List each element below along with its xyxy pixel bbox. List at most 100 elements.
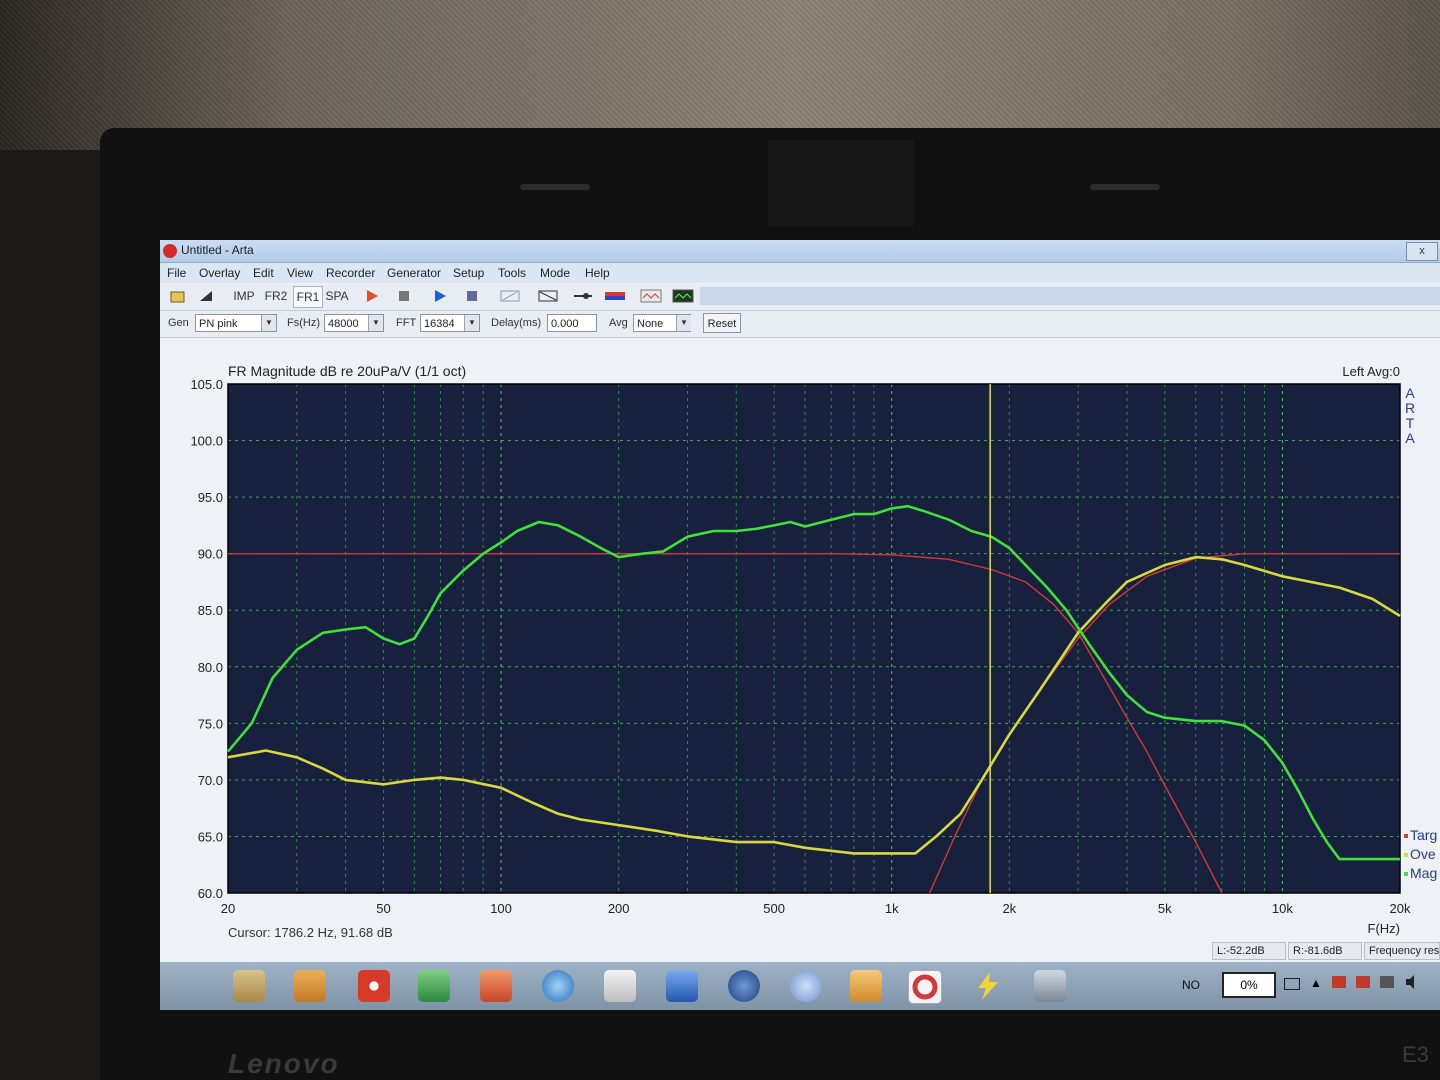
y-tick-label: 85.0: [198, 603, 223, 618]
status-mode: Frequency resp: [1364, 942, 1440, 960]
tray-flag-icon[interactable]: [1332, 976, 1346, 988]
scope-icon[interactable]: [638, 286, 664, 306]
x-tick-label: 1k: [885, 901, 899, 916]
chevron-up-icon[interactable]: ▲: [1310, 976, 1322, 990]
x-tick-label: 5k: [1158, 901, 1172, 916]
bezel-vent: [520, 184, 590, 190]
sonos-icon[interactable]: [728, 970, 760, 1002]
record-icon[interactable]: [362, 286, 382, 306]
speaker-icon[interactable]: [1404, 974, 1420, 995]
status-left-level: L:-52.2dB: [1212, 942, 1286, 960]
menu-recorder[interactable]: Recorder: [326, 266, 375, 280]
parameter-row: Gen PN pink ▼ Fs(Hz) 48000 ▼ FFT 16384 ▼…: [160, 311, 1440, 338]
media-player-icon[interactable]: [294, 970, 326, 1002]
lightning-icon[interactable]: [972, 970, 1004, 1002]
arta-app-icon: [163, 244, 177, 258]
signal-icon[interactable]: [670, 286, 696, 306]
x-tick-label: 20: [221, 901, 235, 916]
fr2-button[interactable]: FR2: [262, 286, 290, 306]
lifebuoy-icon[interactable]: [358, 970, 390, 1002]
x-tick-label: 100: [490, 901, 512, 916]
fft-label: FFT: [396, 317, 417, 329]
tool-x-icon[interactable]: [604, 970, 636, 1002]
word-icon[interactable]: [666, 970, 698, 1002]
language-indicator[interactable]: NO: [1182, 978, 1200, 992]
network-icon[interactable]: [1380, 976, 1394, 988]
spa-button[interactable]: SPA: [323, 286, 351, 306]
fr1-button[interactable]: FR1: [293, 286, 323, 308]
toolbar: IMP FR2 FR1 SPA: [160, 284, 1440, 311]
y-tick-label: 105.0: [190, 377, 223, 392]
screen: Untitled - Arta x File Overlay Edit View…: [160, 240, 1440, 1010]
menu-help[interactable]: Help: [585, 266, 610, 280]
y-tick-label: 90.0: [198, 547, 223, 562]
legend-item: Targ: [1410, 827, 1437, 843]
title-bar: Untitled - Arta x: [160, 240, 1440, 263]
legend-item: Mag: [1410, 865, 1437, 881]
chart-title: FR Magnitude dB re 20uPa/V (1/1 oct): [228, 363, 466, 379]
chevron-down-icon[interactable]: ▼: [676, 315, 691, 331]
arta-brand-letter: A: [1405, 385, 1415, 401]
channel-icon[interactable]: [570, 286, 596, 306]
arta-brand-letter: T: [1406, 415, 1415, 431]
plot-background: [228, 384, 1400, 893]
menu-setup[interactable]: Setup: [453, 266, 484, 280]
y-tick-label: 80.0: [198, 660, 223, 675]
close-button[interactable]: x: [1406, 242, 1438, 261]
cpu-meter[interactable]: 0%: [1222, 972, 1276, 998]
delay-input[interactable]: 0.000: [547, 314, 597, 332]
outlook-icon[interactable]: [850, 970, 882, 1002]
channel-label: Left Avg:0: [1342, 364, 1400, 379]
chevron-down-icon[interactable]: ▼: [261, 315, 276, 331]
excel-icon[interactable]: [418, 970, 450, 1002]
m-app-icon[interactable]: [790, 970, 822, 1002]
chevron-down-icon[interactable]: ▼: [464, 315, 479, 331]
calibrate-icon[interactable]: [536, 286, 560, 306]
toolbar-strip: [700, 287, 1440, 305]
y-tick-label: 95.0: [198, 490, 223, 505]
play-icon[interactable]: [430, 286, 450, 306]
legend-item: Ove: [1410, 846, 1436, 862]
frequency-response-chart[interactable]: FR Magnitude dB re 20uPa/V (1/1 oct) Left…: [160, 338, 1440, 960]
abc-icon[interactable]: [498, 286, 522, 306]
arta-task-icon[interactable]: [908, 970, 942, 1004]
browser-icon[interactable]: [542, 970, 574, 1002]
steps-icon[interactable]: [1034, 970, 1066, 1002]
menu-view[interactable]: View: [287, 266, 313, 280]
chart-area: FR Magnitude dB re 20uPa/V (1/1 oct) Left…: [160, 338, 1440, 960]
menu-mode[interactable]: Mode: [540, 266, 570, 280]
stop-icon[interactable]: [462, 286, 482, 306]
status-right-level: R:-81.6dB: [1288, 942, 1362, 960]
taskbar: NO 0% ▲: [160, 962, 1440, 1010]
bezel-vent: [1090, 184, 1160, 190]
webcam-housing: [768, 140, 914, 226]
imp-button[interactable]: IMP: [230, 286, 258, 306]
powerpoint-icon[interactable]: [480, 970, 512, 1002]
menu-tools[interactable]: Tools: [498, 266, 526, 280]
menu-edit[interactable]: Edit: [253, 266, 274, 280]
legend-marker: [1404, 834, 1408, 838]
menu-overlay[interactable]: Overlay: [199, 266, 240, 280]
x-tick-label: 20k: [1390, 901, 1411, 916]
x-tick-label: 50: [376, 901, 390, 916]
save-icon[interactable]: [196, 286, 216, 306]
explorer-icon[interactable]: [233, 970, 265, 1002]
stop-record-icon[interactable]: [394, 286, 414, 306]
delay-label: Delay(ms): [491, 317, 542, 329]
y-tick-label: 60.0: [198, 886, 223, 901]
reset-button[interactable]: Reset: [703, 313, 741, 333]
y-tick-label: 70.0: [198, 773, 223, 788]
y-tick-label: 65.0: [198, 829, 223, 844]
window-title: Untitled - Arta: [181, 243, 254, 257]
menu-generator[interactable]: Generator: [387, 266, 441, 280]
x-tick-label: 2k: [1002, 901, 1016, 916]
battery-icon[interactable]: [1284, 978, 1300, 990]
chevron-down-icon[interactable]: ▼: [368, 315, 383, 331]
legend-marker: [1404, 872, 1408, 876]
x-axis-label: F(Hz): [1368, 921, 1401, 936]
level-meter-icon[interactable]: [602, 286, 628, 306]
tray-flag-icon[interactable]: [1356, 976, 1370, 988]
menu-file[interactable]: File: [167, 266, 186, 280]
laptop-brand: Lenovo: [228, 1048, 340, 1079]
open-file-icon[interactable]: [168, 286, 188, 306]
